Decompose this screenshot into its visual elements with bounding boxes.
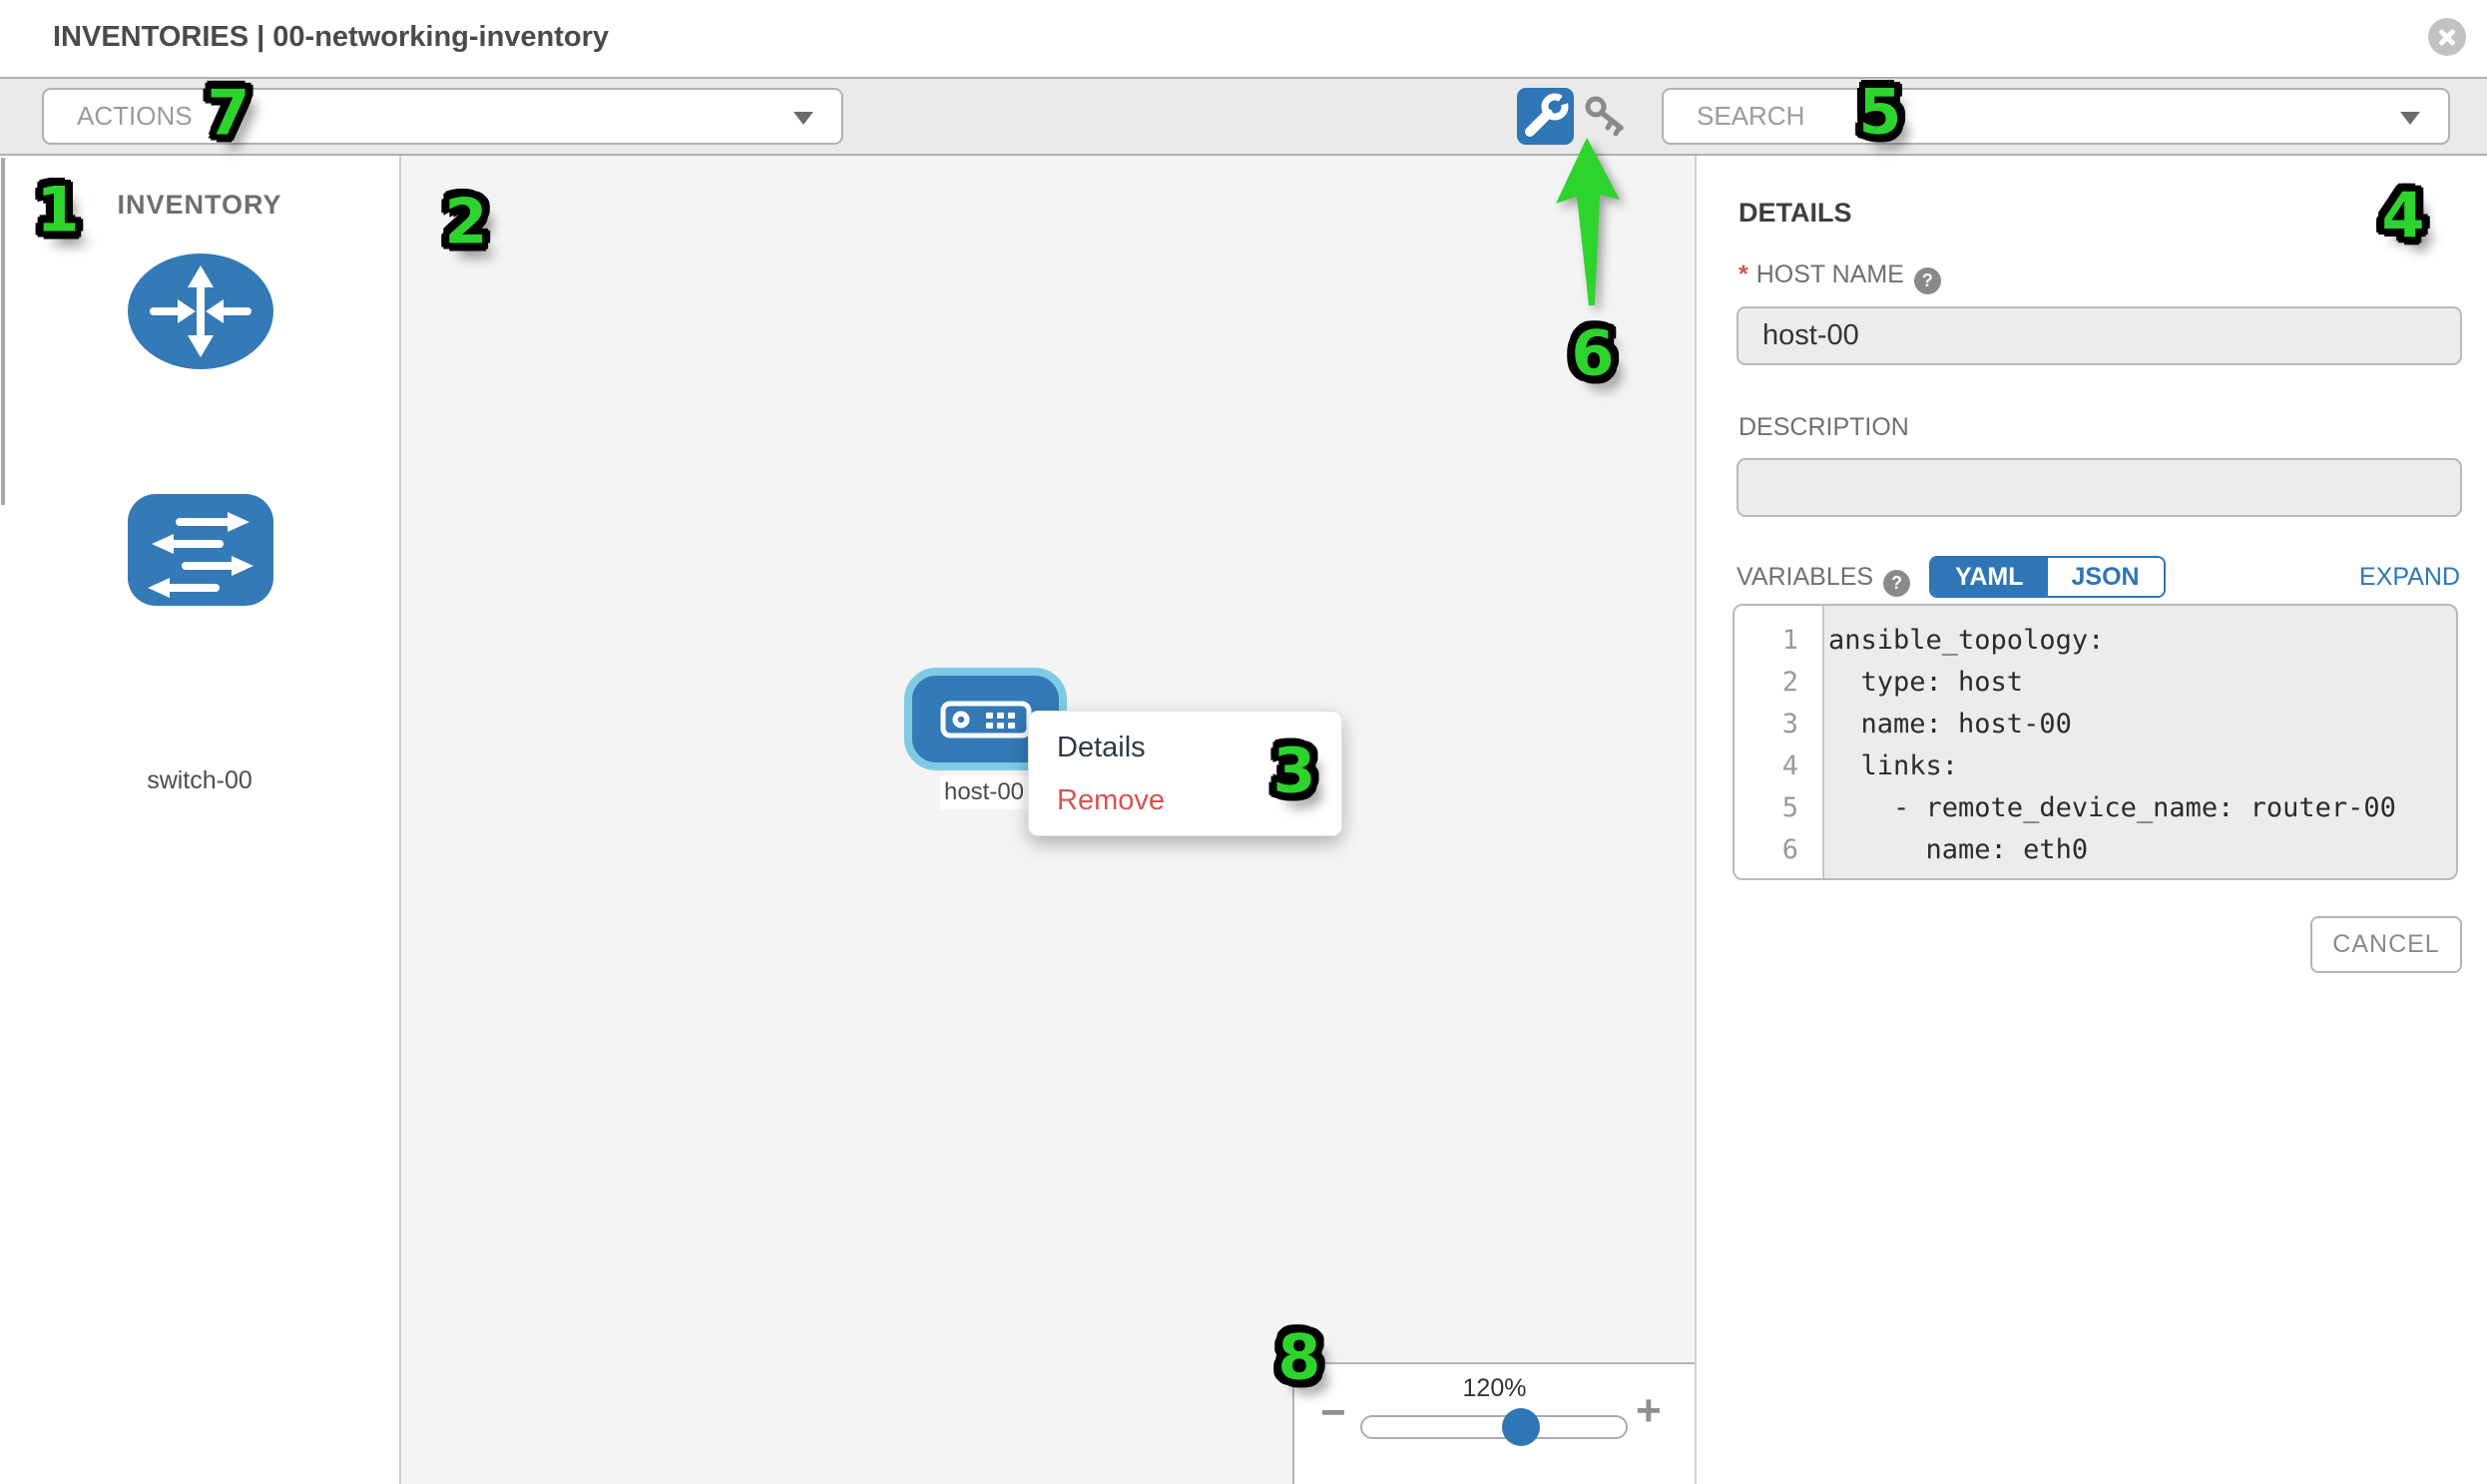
help-icon[interactable]: ? [1883, 570, 1910, 597]
key-icon [1583, 94, 1629, 140]
host-name-input[interactable] [1737, 306, 2462, 365]
editor-code-rows: 1ansible_topology: 2 type: host 3 name: … [1735, 620, 2456, 880]
variables-label-row: VARIABLES? [1737, 563, 1910, 597]
page-title: INVENTORIES | 00-networking-inventory [53, 0, 609, 74]
context-menu-item-details[interactable]: Details [1057, 725, 1316, 770]
variables-label: VARIABLES [1737, 563, 1873, 591]
chevron-down-icon [2400, 112, 2420, 125]
code-line: 3 name: host-00 [1735, 704, 2456, 745]
help-icon[interactable]: ? [1914, 267, 1941, 294]
expand-link[interactable]: EXPAND [2359, 563, 2460, 592]
tools-button[interactable] [1517, 88, 1574, 145]
code-line: 6 name: eth0 [1735, 829, 2456, 871]
actions-dropdown[interactable]: ACTIONS [42, 88, 843, 145]
host-name-label: HOST NAME [1756, 260, 1904, 288]
inventory-sidebar: INVENTORY router-00 [0, 156, 401, 1484]
tab-json[interactable]: JSON [2048, 558, 2164, 596]
sidebar-item-switch-label: switch-00 [0, 766, 399, 795]
zoom-level-readout: 120% [1294, 1374, 1695, 1403]
topology-canvas[interactable]: host-00 Details Remove 120% − + [401, 156, 1697, 1484]
cancel-button[interactable]: CANCEL [2310, 916, 2462, 973]
tab-yaml[interactable]: YAML [1931, 558, 2048, 596]
sidebar-item-router[interactable] [126, 251, 275, 376]
code-line: 5 - remote_device_name: router-00 [1735, 787, 2456, 829]
variables-code-editor[interactable]: 1ansible_topology: 2 type: host 3 name: … [1733, 604, 2458, 880]
details-panel-title: DETAILS [1739, 198, 1852, 229]
sidebar-item-switch[interactable] [126, 492, 275, 613]
router-icon [126, 251, 275, 371]
zoom-in-button[interactable]: + [1636, 1386, 1662, 1436]
host-name-label-row: * HOST NAME? [1739, 260, 1941, 294]
actions-dropdown-label: ACTIONS [77, 90, 193, 143]
host-node-label: host-00 [940, 775, 1028, 809]
header: INVENTORIES | 00-networking-inventory [0, 0, 2487, 77]
required-asterisk: * [1739, 260, 1748, 288]
description-label: DESCRIPTION [1739, 413, 1909, 442]
zoom-slider-thumb[interactable] [1502, 1408, 1540, 1446]
context-menu-item-remove[interactable]: Remove [1057, 777, 1316, 823]
description-input[interactable] [1737, 458, 2462, 517]
code-line: 7 remote_interface_name: eth0 [1735, 871, 2456, 880]
chevron-down-icon [793, 112, 813, 125]
node-context-menu: Details Remove [1028, 711, 1342, 836]
search-dropdown-label: SEARCH [1697, 90, 1804, 143]
close-icon[interactable] [2428, 18, 2466, 56]
inventory-topology-app: INVENTORIES | 00-networking-inventory AC… [0, 0, 2487, 1484]
search-dropdown[interactable]: SEARCH [1662, 88, 2450, 145]
code-line: 2 type: host [1735, 662, 2456, 704]
switch-icon [126, 492, 275, 608]
zoom-out-button[interactable]: − [1320, 1388, 1346, 1438]
host-icon [940, 700, 1032, 740]
toolbar: ACTIONS SEARCH [0, 77, 2487, 156]
details-panel: DETAILS * HOST NAME? DESCRIPTION VARIABLE… [1697, 156, 2487, 1484]
key-button[interactable] [1583, 94, 1629, 140]
zoom-control-panel: 120% − + [1292, 1362, 1697, 1484]
inventory-panel-title: INVENTORY [0, 190, 399, 221]
zoom-slider-track[interactable] [1360, 1415, 1628, 1439]
variables-format-toggle: YAML JSON [1929, 556, 2166, 598]
code-line: 4 links: [1735, 745, 2456, 787]
code-line: 1ansible_topology: [1735, 620, 2456, 662]
wrench-icon [1517, 88, 1574, 145]
